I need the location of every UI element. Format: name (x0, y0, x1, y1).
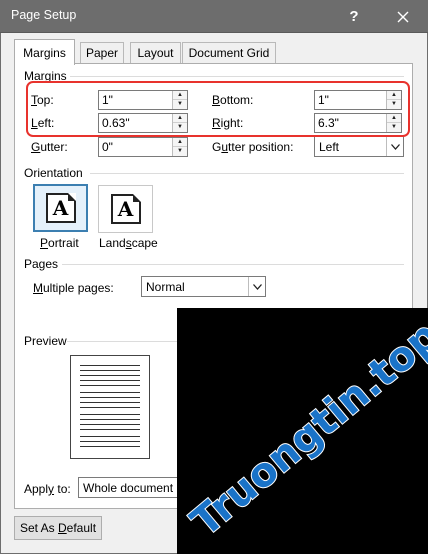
set-as-default-label: Set As Default (19, 521, 97, 535)
group-divider (62, 264, 404, 265)
help-icon: ? (349, 8, 359, 25)
spin-down-icon[interactable]: ▼ (173, 147, 187, 156)
tab-paper[interactable]: Paper (80, 42, 124, 63)
preview-line (80, 375, 140, 376)
preview-line (80, 407, 140, 408)
preview-line (80, 414, 140, 415)
tab-label: Layout (137, 46, 174, 60)
pages-group-label: Pages (24, 257, 59, 271)
title-bar: Page Setup ? (0, 0, 428, 33)
gutter-spinner[interactable]: ▲ ▼ (172, 138, 187, 156)
close-icon (397, 11, 408, 22)
gutter-position-label: Gutter position: (212, 140, 294, 154)
orientation-group-label: Orientation (24, 166, 83, 180)
preview-line (80, 370, 140, 371)
portrait-page-icon: A (45, 193, 76, 223)
preview-page (70, 355, 150, 459)
close-button[interactable] (377, 0, 428, 33)
chevron-down-icon[interactable] (386, 137, 403, 156)
multiple-pages-label: Multiple pages: (33, 281, 114, 295)
preview-line (80, 385, 140, 386)
set-as-default-button[interactable]: Set As Default (14, 516, 102, 540)
window-title: Page Setup (11, 8, 77, 22)
portrait-option[interactable]: A (33, 184, 88, 232)
help-button[interactable]: ? (331, 0, 377, 33)
landscape-option[interactable]: A (98, 185, 153, 233)
preview-line (80, 380, 140, 381)
preview-line (80, 429, 140, 430)
gutter-input[interactable]: 0" ▲ ▼ (98, 137, 188, 157)
watermark-text: Truongtin.top (183, 313, 428, 546)
apply-to-label: Apply to: (24, 482, 71, 496)
landscape-page-icon: A (110, 194, 141, 224)
watermark-logo: Truongtin.top (182, 312, 428, 547)
landscape-label: Landscape (99, 236, 158, 250)
tab-layout[interactable]: Layout (130, 42, 181, 63)
apply-to-value: Whole document (83, 481, 174, 495)
tab-margins[interactable]: Margins (14, 39, 75, 65)
tab-label: Document Grid (188, 46, 270, 60)
preview-group-label: Preview (24, 334, 67, 348)
group-divider (70, 76, 404, 77)
tab-label: Margins (23, 45, 66, 60)
preview-line (80, 392, 140, 393)
gutter-position-select[interactable]: Left (314, 136, 404, 157)
highlight-box (26, 81, 410, 137)
gutter-position-value: Left (319, 140, 340, 154)
gutter-label: Gutter: (31, 140, 68, 154)
multiple-pages-value: Normal (146, 280, 185, 294)
portrait-label: Portrait (40, 236, 79, 250)
preview-line (80, 424, 140, 425)
preview-line (80, 446, 140, 447)
preview-line (80, 402, 140, 403)
spin-up-icon[interactable]: ▲ (173, 138, 187, 147)
preview-line (80, 441, 140, 442)
chevron-down-icon[interactable] (248, 277, 265, 296)
tab-document-grid[interactable]: Document Grid (182, 42, 276, 63)
gutter-value: 0" (102, 140, 113, 154)
preview-line (80, 397, 140, 398)
preview-line (80, 365, 140, 366)
multiple-pages-select[interactable]: Normal (141, 276, 266, 297)
group-divider (90, 173, 404, 174)
tab-label: Paper (85, 46, 119, 60)
preview-line (80, 419, 140, 420)
preview-line (80, 436, 140, 437)
